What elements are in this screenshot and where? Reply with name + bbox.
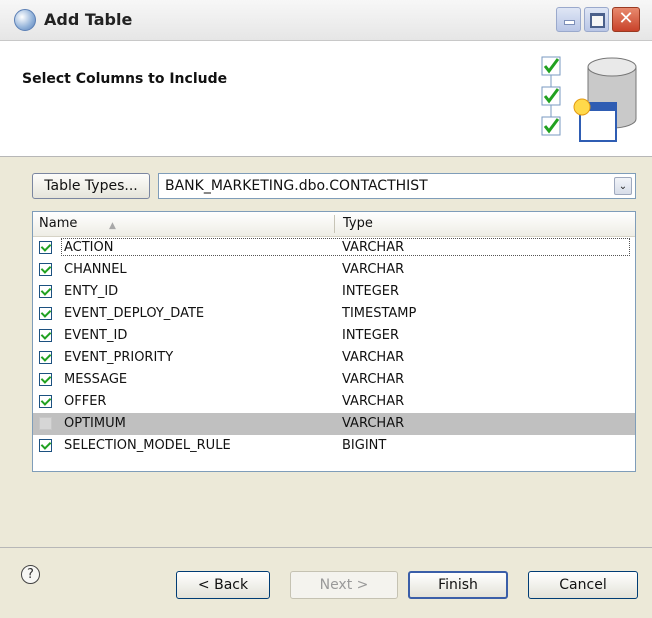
column-name-cell: MESSAGE: [64, 372, 128, 387]
close-icon[interactable]: ✕: [612, 7, 640, 32]
column-name-cell: EVENT_PRIORITY: [64, 350, 174, 365]
checkbox-icon[interactable]: [39, 395, 52, 408]
selected-table-value: BANK_MARKETING.dbo.CONTACTHIST: [165, 178, 428, 194]
column-type-cell: VARCHAR: [342, 372, 405, 387]
table-types-button[interactable]: Table Types...: [32, 173, 150, 199]
dialog-content: Table Types... BANK_MARKETING.dbo.CONTAC…: [0, 157, 652, 547]
checkbox-icon[interactable]: [39, 439, 52, 452]
table-row-selected[interactable]: OPTIMUM VARCHAR: [33, 413, 635, 435]
add-table-dialog: Add Table ✕ Select Columns to Include Ta…: [0, 0, 652, 618]
columns-table[interactable]: Name ▲ Type ACTION VARCHAR CHANNEL VARCH…: [32, 211, 636, 472]
column-name-cell: ENTY_ID: [64, 284, 119, 299]
dropdown-arrow-icon[interactable]: ⌄: [614, 177, 632, 195]
window-title: Add Table: [44, 10, 133, 29]
help-icon[interactable]: ?: [21, 565, 40, 584]
column-divider[interactable]: [334, 215, 335, 233]
column-type-cell: VARCHAR: [342, 240, 405, 255]
page-title: Select Columns to Include: [22, 71, 228, 87]
checkbox-icon[interactable]: [39, 263, 52, 276]
column-type-cell: TIMESTAMP: [342, 306, 417, 321]
table-row[interactable]: CHANNEL VARCHAR: [33, 259, 635, 281]
checkbox-icon[interactable]: [39, 417, 52, 430]
table-row[interactable]: ENTY_ID INTEGER: [33, 281, 635, 303]
checkbox-icon[interactable]: [39, 329, 52, 342]
column-name-cell: SELECTION_MODEL_RULE: [64, 438, 231, 453]
table-select-dropdown[interactable]: BANK_MARKETING.dbo.CONTACTHIST ⌄: [158, 173, 636, 199]
column-type-cell: INTEGER: [342, 284, 400, 299]
table-row[interactable]: EVENT_ID INTEGER: [33, 325, 635, 347]
column-type-cell: INTEGER: [342, 328, 400, 343]
minimize-icon[interactable]: [556, 7, 581, 32]
checkbox-icon[interactable]: [39, 351, 52, 364]
table-header: Name ▲ Type: [33, 212, 635, 237]
checkbox-icon[interactable]: [39, 241, 52, 254]
next-button[interactable]: Next >: [290, 571, 398, 599]
database-banner-icon: [541, 56, 637, 142]
column-name-cell: CHANNEL: [64, 262, 127, 277]
table-row[interactable]: EVENT_DEPLOY_DATE TIMESTAMP: [33, 303, 635, 325]
table-row[interactable]: OFFER VARCHAR: [33, 391, 635, 413]
column-name-cell: EVENT_DEPLOY_DATE: [64, 306, 205, 321]
column-name-cell: OFFER: [64, 394, 107, 409]
column-type-cell: BIGINT: [342, 438, 387, 453]
column-header-name[interactable]: Name ▲: [39, 212, 333, 236]
column-name-cell: ACTION: [64, 240, 114, 255]
table-row[interactable]: SELECTION_MODEL_RULE BIGINT: [33, 435, 635, 457]
cancel-button[interactable]: Cancel: [528, 571, 638, 599]
table-row[interactable]: ACTION VARCHAR: [33, 237, 635, 259]
sort-ascending-icon: ▲: [109, 221, 116, 231]
table-row[interactable]: EVENT_PRIORITY VARCHAR: [33, 347, 635, 369]
column-header-type[interactable]: Type: [343, 212, 623, 236]
checkbox-icon[interactable]: [39, 373, 52, 386]
maximize-icon[interactable]: [584, 7, 609, 32]
checkbox-icon[interactable]: [39, 285, 52, 298]
title-bar[interactable]: Add Table ✕: [0, 0, 652, 41]
checkbox-icon[interactable]: [39, 307, 52, 320]
finish-button[interactable]: Finish: [408, 571, 508, 599]
back-button[interactable]: < Back: [176, 571, 270, 599]
column-name-cell: EVENT_ID: [64, 328, 128, 343]
column-header-name-label: Name: [39, 216, 78, 231]
wizard-header: Select Columns to Include: [0, 41, 652, 157]
table-body: ACTION VARCHAR CHANNEL VARCHAR ENTY_ID I…: [33, 237, 635, 457]
window-app-icon: [14, 9, 36, 31]
column-type-cell: VARCHAR: [342, 262, 405, 277]
column-type-cell: VARCHAR: [342, 394, 405, 409]
column-type-cell: VARCHAR: [342, 350, 405, 365]
button-bar: ? < Back Next > Finish Cancel: [0, 547, 652, 618]
column-type-cell: VARCHAR: [342, 416, 405, 431]
column-name-cell: OPTIMUM: [64, 416, 126, 431]
table-row[interactable]: MESSAGE VARCHAR: [33, 369, 635, 391]
